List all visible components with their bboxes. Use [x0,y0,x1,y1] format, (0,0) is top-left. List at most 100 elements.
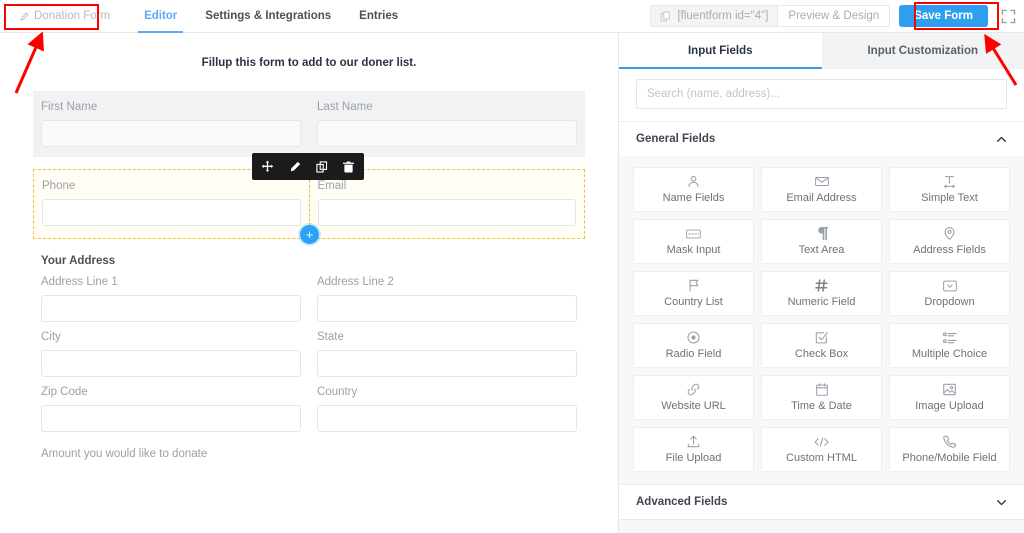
top-nav: Editor Settings & Integrations Entries [130,0,412,33]
field-button-address-fields[interactable]: Address Fields [889,219,1010,264]
country-input[interactable] [317,405,577,432]
element-action-toolbar [252,153,364,180]
field-city[interactable]: City [33,331,309,377]
top-bar: Donation Form Editor Settings & Integrat… [0,0,1024,33]
field-button-label: Mask Input [667,244,721,256]
shortcode-text: [fluentform id="4"] [677,10,768,22]
tab-editor[interactable]: Editor [130,0,191,33]
field-button-label: Radio Field [666,348,722,360]
expand-icon[interactable] [988,9,1016,24]
field-button-label: Multiple Choice [912,348,987,360]
copy-icon [660,11,671,22]
field-button-radio-field[interactable]: Radio Field [633,323,754,368]
field-country[interactable]: Country [309,386,585,432]
search-input[interactable] [636,79,1007,109]
accordion-general-fields[interactable]: General Fields [619,121,1024,156]
field-email[interactable]: Email [310,180,585,226]
code-icon [814,435,829,448]
image-icon [943,383,956,396]
field-button-file-upload[interactable]: File Upload [633,427,754,472]
trash-icon[interactable] [335,157,362,176]
field-button-simple-text[interactable]: Simple Text [889,167,1010,212]
address-line-2-input[interactable] [317,295,577,322]
field-button-label: Name Fields [663,192,725,204]
field-button-name-fields[interactable]: Name Fields [633,167,754,212]
field-label: Email [318,180,577,192]
field-button-phone-mobile-field[interactable]: Phone/Mobile Field [889,427,1010,472]
city-input[interactable] [41,350,301,377]
chevron-up-icon [996,134,1007,145]
zip-code-input[interactable] [41,405,301,432]
field-button-mask-input[interactable]: Mask Input [633,219,754,264]
field-button-image-upload[interactable]: Image Upload [889,375,1010,420]
field-button-country-list[interactable]: Country List [633,271,754,316]
edit-icon[interactable] [281,157,308,176]
field-button-label: Check Box [795,348,848,360]
field-button-label: Website URL [661,400,726,412]
field-address-line-2[interactable]: Address Line 2 [309,276,585,322]
field-button-website-url[interactable]: Website URL [633,375,754,420]
field-button-email-address[interactable]: Email Address [761,167,882,212]
phone-input[interactable] [42,199,301,226]
pencil-icon [20,12,29,21]
field-button-text-area[interactable]: Text Area [761,219,882,264]
donation-amount-label: Amount you would like to donate [33,432,585,460]
address-line-1-input[interactable] [41,295,301,322]
field-label: Country [317,386,577,398]
form-row-address-1[interactable]: Address Line 1 Address Line 2 [33,267,585,322]
form-builder-app: Donation Form Editor Settings & Integrat… [0,0,1024,533]
panel-tabs: Input Fields Input Customization [619,33,1024,69]
form-row-city-state[interactable]: City State [33,322,585,377]
tab-input-fields[interactable]: Input Fields [619,33,822,69]
field-button-label: Time & Date [791,400,852,412]
field-label: Zip Code [41,386,301,398]
add-row-button[interactable]: + [300,225,319,244]
accordion-advanced-fields[interactable]: Advanced Fields [619,484,1024,520]
field-button-multiple-choice[interactable]: Multiple Choice [889,323,1010,368]
form-row-name[interactable]: First Name Last Name [33,91,585,157]
state-input[interactable] [317,350,577,377]
form-row-zip-country[interactable]: Zip Code Country [33,377,585,432]
field-button-label: Simple Text [921,192,978,204]
tab-input-customization[interactable]: Input Customization [822,33,1024,69]
field-label: Phone [42,180,301,192]
field-address-line-1[interactable]: Address Line 1 [33,276,309,322]
save-form-button[interactable]: Save Form [899,5,988,27]
tab-settings-integrations[interactable]: Settings & Integrations [191,0,345,33]
field-zip-code[interactable]: Zip Code [33,386,309,432]
chevron-down-icon [996,497,1007,508]
field-phone[interactable]: Phone [34,180,310,226]
accordion-title: Advanced Fields [636,496,727,508]
field-button-time-date[interactable]: Time & Date [761,375,882,420]
field-button-label: Address Fields [913,244,986,256]
field-button-label: File Upload [666,452,722,464]
shortcode-field[interactable]: [fluentform id="4"] [650,5,778,27]
field-button-custom-html[interactable]: Custom HTML [761,427,882,472]
field-label: Last Name [317,101,577,113]
link-icon [687,383,700,396]
field-first-name[interactable]: First Name [33,101,309,147]
field-button-check-box[interactable]: Check Box [761,323,882,368]
calendar-icon [816,383,828,396]
field-button-dropdown[interactable]: Dropdown [889,271,1010,316]
general-fields-grid: Name Fields Email Address Simple Text [619,156,1024,484]
preview-design-button[interactable]: Preview & Design [778,5,890,27]
field-label: City [41,331,301,343]
form-heading: Fillup this form to add to our doner lis… [0,33,618,69]
field-state[interactable]: State [309,331,585,377]
field-button-numeric-field[interactable]: Numeric Field [761,271,882,316]
form-canvas: Fillup this form to add to our doner lis… [0,33,618,533]
tab-entries[interactable]: Entries [345,0,412,33]
first-name-input[interactable] [41,120,301,147]
field-last-name[interactable]: Last Name [309,101,585,147]
paragraph-icon [816,227,828,240]
duplicate-icon[interactable] [308,157,335,176]
email-input[interactable] [318,199,577,226]
accordion-title: General Fields [636,133,715,145]
move-icon[interactable] [254,157,281,176]
last-name-input[interactable] [317,120,577,147]
input-fields-panel: Input Fields Input Customization General… [618,33,1024,533]
envelope-icon [815,175,829,188]
form-title-editable[interactable]: Donation Form [14,7,116,25]
panel-search-wrap [619,69,1024,121]
